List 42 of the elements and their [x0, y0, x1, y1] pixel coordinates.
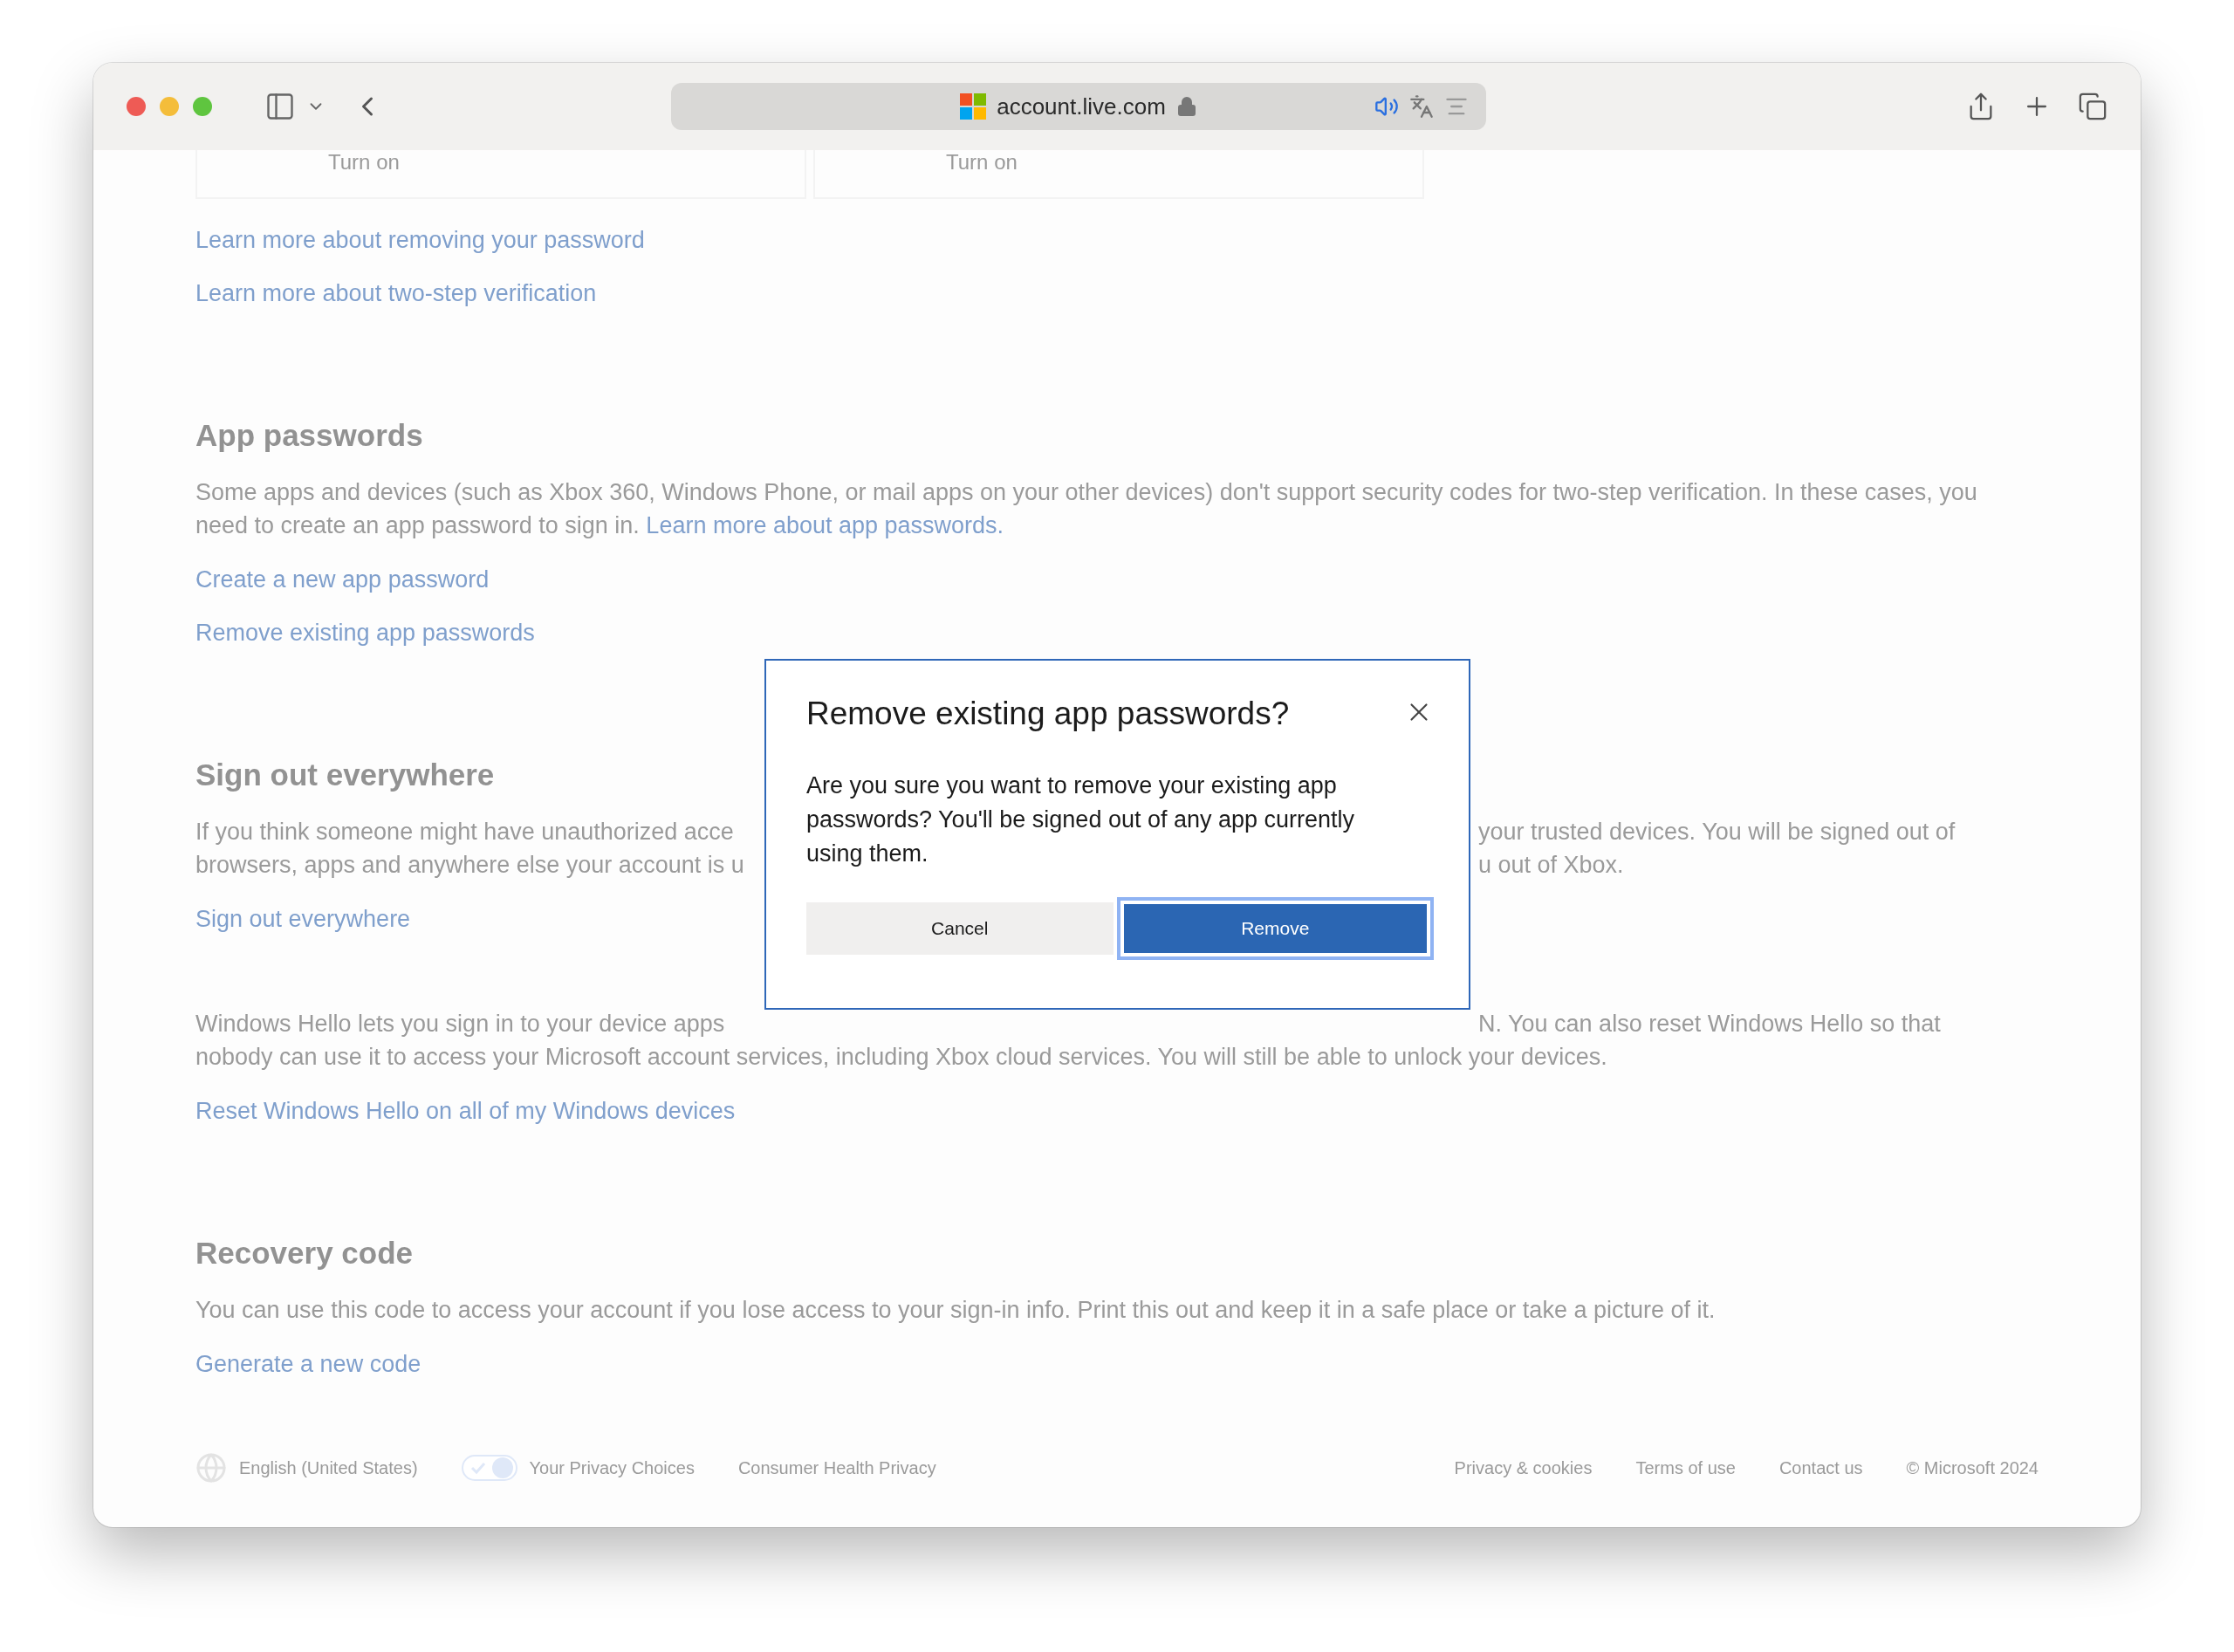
card-label: Turn on	[328, 150, 400, 175]
logo-icon	[960, 93, 987, 120]
close-window-button[interactable]	[127, 97, 146, 116]
inline-link[interactable]: Learn more about app passwords.	[646, 512, 1004, 538]
footer-link[interactable]: Terms of use	[1635, 1457, 1736, 1478]
paragraph-text: browsers, apps and anywhere else your account is u	[195, 851, 745, 880]
footer-link[interactable]: © Microsoft 2024	[1906, 1457, 2039, 1478]
section-heading: App passwords	[195, 418, 423, 453]
link[interactable]: Learn more about removing your password	[195, 223, 645, 257]
privacy-toggle-icon	[461, 1455, 517, 1481]
section-heading: Sign out everywhere	[195, 757, 495, 792]
tabs-icon[interactable]	[2078, 92, 2107, 121]
link[interactable]: Sign out everywhere	[195, 902, 411, 936]
footer-link[interactable]: Privacy & cookies	[1454, 1457, 1593, 1478]
address-bar[interactable]: account.live.com	[671, 83, 1486, 130]
paragraph-text: Windows Hello lets you sign in to your device apps	[195, 1010, 726, 1038]
dialog-title: Remove existing app passwords?	[806, 696, 1290, 732]
sidebar-icon[interactable]	[264, 91, 296, 122]
globe-icon	[195, 1452, 227, 1484]
translate-icon[interactable]	[1409, 94, 1434, 119]
footer-link[interactable]: Contact us	[1778, 1457, 1863, 1478]
footer-link[interactable]: Your Privacy Choices	[529, 1457, 695, 1478]
section-paragraph: You can use this code to access your account if you lose access to your sign-in info. Print this out and keep it in a safe place or take a picture of it.	[195, 1296, 1717, 1325]
paragraph-text: your trusted devices. You will be signed out of	[1478, 818, 1956, 847]
card-label: Turn on	[946, 150, 1018, 175]
link[interactable]: Create a new app password	[195, 563, 490, 596]
footer-link[interactable]: English (United States)	[239, 1457, 418, 1478]
link[interactable]: Generate a new code	[195, 1347, 421, 1381]
paragraph-text: If you think someone might have unauthorized acce	[195, 818, 735, 847]
cancel-button[interactable]: Cancel	[806, 902, 1114, 955]
section-paragraph: Some apps and devices (such as Xbox 360, Windows Phone, or mail apps on your other devices) don't support security codes for two-step verification. In these cases, you need to create an app password to sign in. Learn more about app passwords.	[195, 478, 1978, 540]
section-heading: Recovery code	[195, 1236, 414, 1271]
dialog-message: Are you sure you want to remove your existing app passwords? You'll be signed out of any app currently using them.	[806, 771, 1356, 868]
paragraph-text: nobody can use it to access your Microsoft account services, including Xbox cloud services. You will still be able to unlock your devices.	[195, 1043, 1608, 1072]
url-text: account.live.com	[997, 93, 1166, 120]
link[interactable]: Reset Windows Hello on all of my Windows devices	[195, 1094, 736, 1128]
lock-icon	[1175, 96, 1197, 117]
link[interactable]: Learn more about two-step verification	[195, 277, 597, 310]
paragraph-text: u out of Xbox.	[1478, 851, 1625, 880]
footer-link[interactable]: Consumer Health Privacy	[737, 1457, 936, 1478]
link[interactable]: Remove existing app passwords	[195, 616, 535, 649]
paragraph-text: N. You can also reset Windows Hello so that	[1478, 1010, 1942, 1038]
